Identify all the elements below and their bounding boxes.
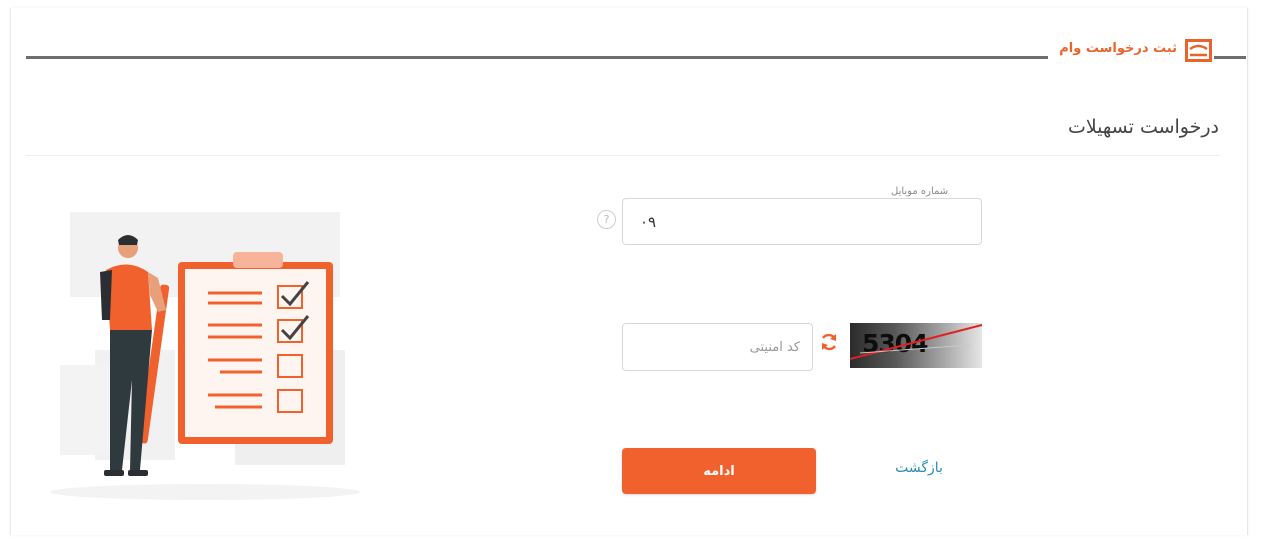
back-link[interactable]: بازگشت xyxy=(880,460,958,476)
mobile-field-value[interactable]: ۰۹ xyxy=(640,213,656,231)
continue-button[interactable]: ادامه xyxy=(622,448,816,494)
mobile-field-label: شماره موبایل xyxy=(885,186,955,197)
title-divider xyxy=(26,155,1220,156)
checklist-illustration xyxy=(40,200,370,510)
mobile-field[interactable] xyxy=(622,198,982,245)
captcha-image: 5304 xyxy=(850,323,982,368)
page-title: درخواست تسهیلات xyxy=(1067,116,1219,138)
loan-app-logo-icon xyxy=(1185,39,1212,62)
captcha-noise-lines xyxy=(850,324,982,360)
refresh-icon[interactable] xyxy=(818,331,840,353)
header-divider-right xyxy=(1214,56,1246,59)
header-divider xyxy=(26,56,1048,59)
header-title: ثبت درخواست وام xyxy=(1059,41,1177,56)
help-circle-icon[interactable]: ? xyxy=(597,210,616,229)
captcha-input[interactable] xyxy=(622,323,813,371)
